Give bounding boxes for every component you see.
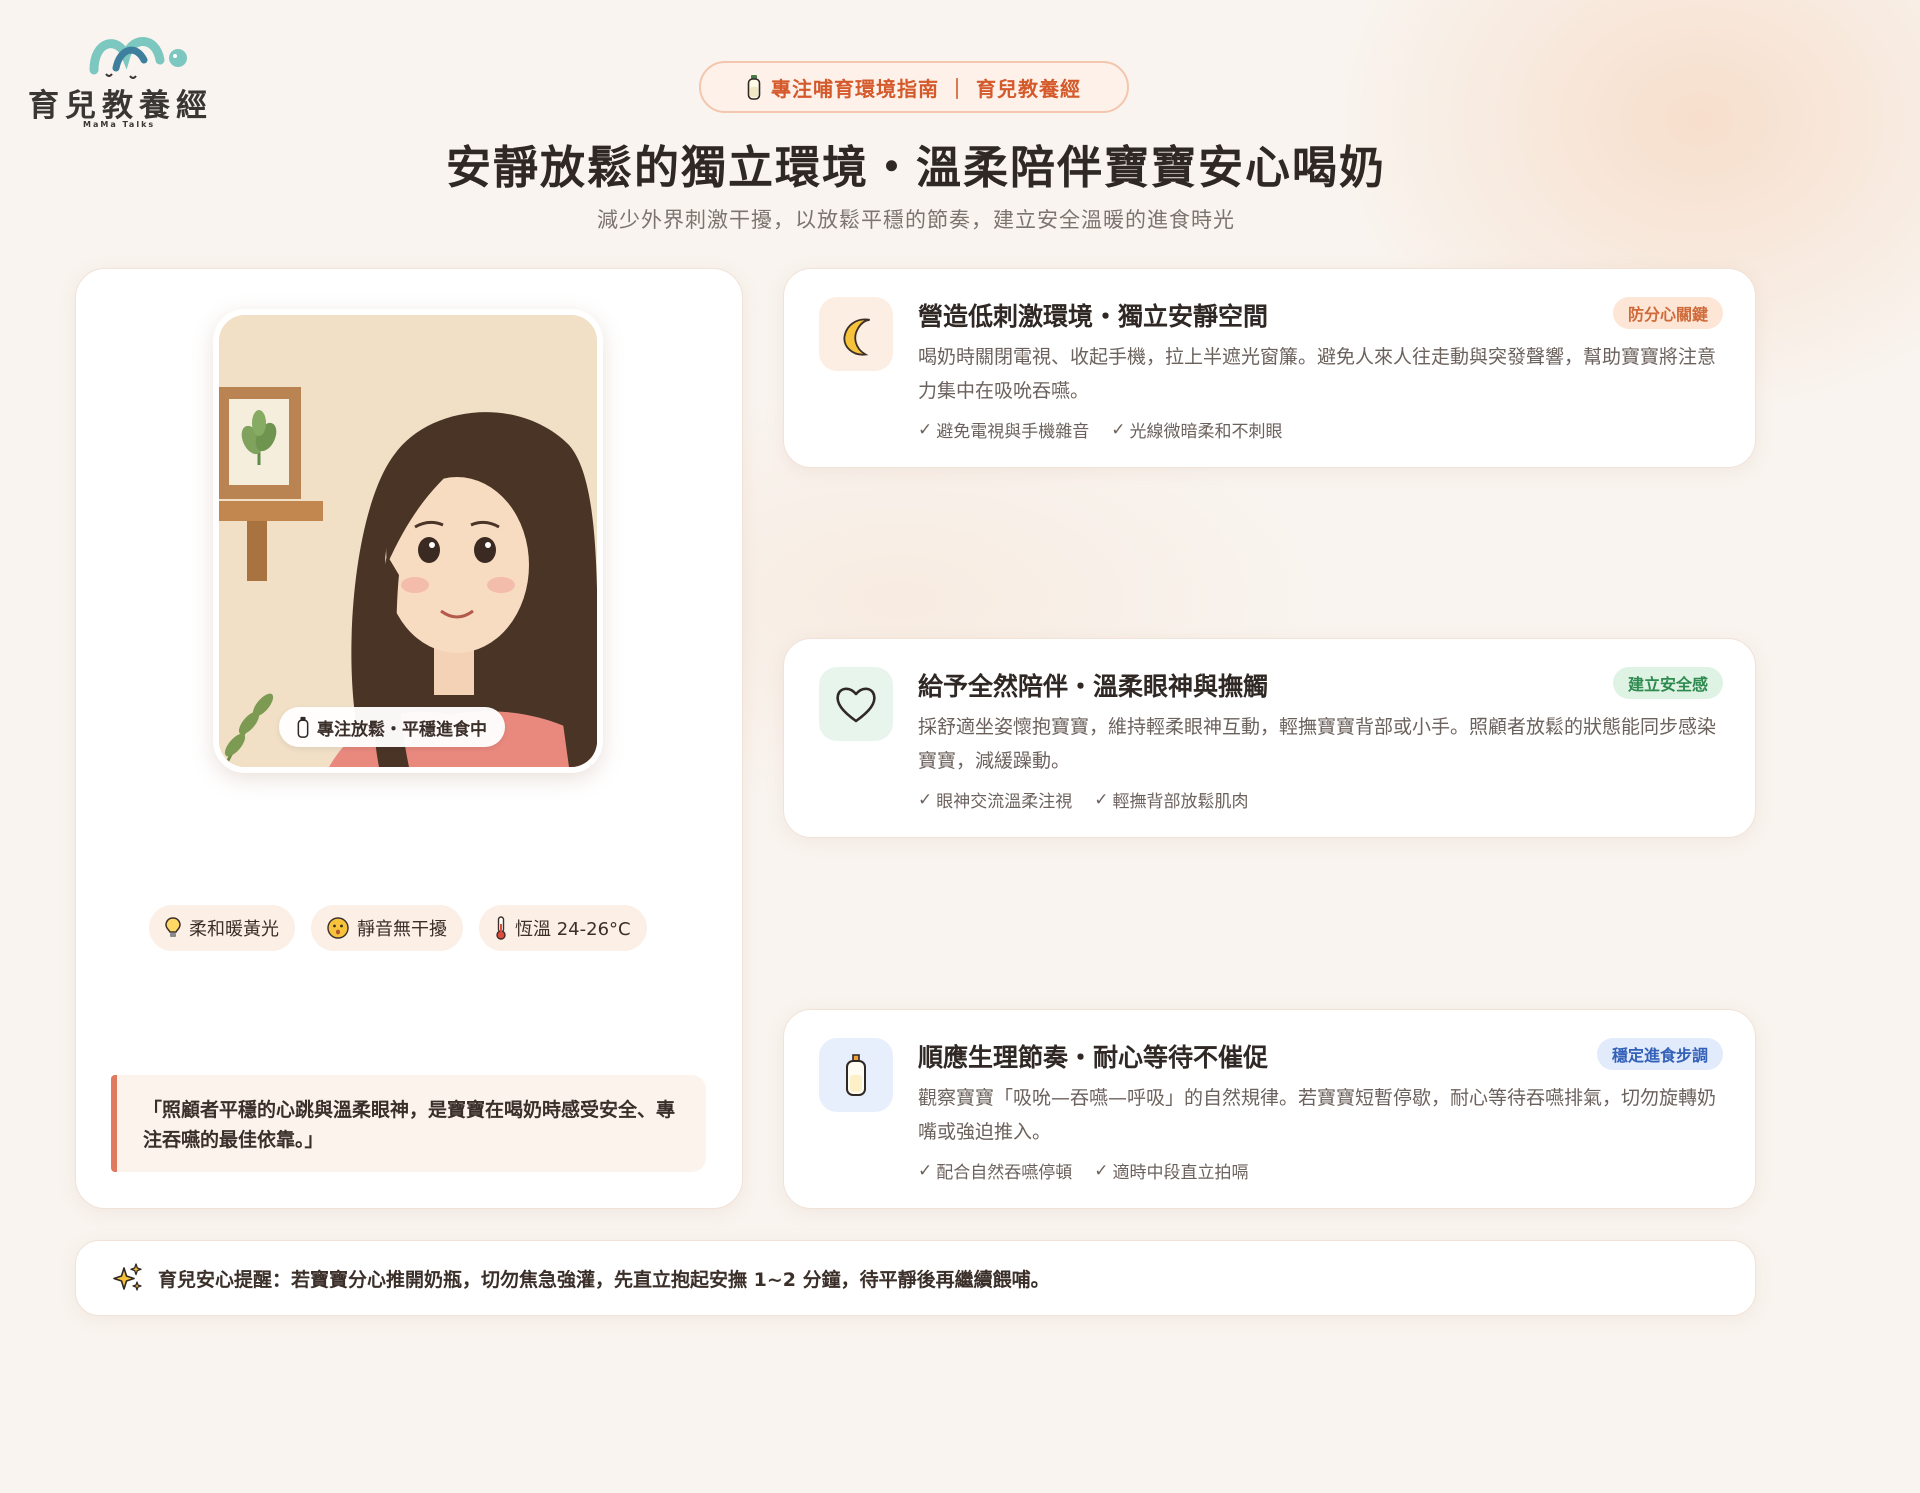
feature-card-rhythm: 順應生理節奏・耐心等待不催促 穩定進食步調 觀察寶寶「吸吮—吞嚥—呼吸」的自然規… [783, 1009, 1756, 1209]
moon-icon [843, 318, 870, 356]
bottle-icon [846, 1054, 866, 1096]
sparkles-icon [113, 1263, 142, 1291]
header-pill-text: 專注哺育環境指南 ｜ 育兒教養經 [771, 76, 1081, 101]
check-item: ✓ 適時中段直立拍嗝 [1094, 1160, 1249, 1184]
parenting-tip-banner: 育兒安心提醒：若寶寶分心推開奶瓶，切勿焦急強灌，先直立抱起安撫 1~2 分鐘，待… [75, 1240, 1756, 1316]
chip-light: 柔和暖黃光 [149, 905, 295, 951]
check-item: ✓ 光線微暗柔和不刺眼 [1111, 419, 1283, 443]
mother-portrait: 專注放鬆・平穩進食中 [213, 309, 603, 773]
check-item: ✓ 避免電視與手機雜音 [918, 419, 1090, 443]
bulb-icon [165, 917, 181, 937]
logo-mark-icon [89, 37, 187, 79]
check-item: ✓ 配合自然吞嚥停頓 [918, 1160, 1073, 1184]
page-subtitle: 減少外界刺激干擾，以放鬆平穩的節奏，建立安全溫暖的進食時光 [597, 208, 1235, 232]
bottle-icon [297, 716, 309, 738]
feature-description: 觀察寶寶「吸吮—吞嚥—呼吸」的自然規律。若寶寶短暫停歇，耐心等待吞嚥排氣，切勿旋… [918, 1087, 1717, 1143]
feature-title: 順應生理節奏・耐心等待不催促 [918, 1043, 1269, 1072]
chip-label: 靜音無干擾 [357, 919, 447, 940]
quiet-face-icon [327, 917, 349, 939]
check-item: ✓ 輕撫背部放鬆肌肉 [1094, 789, 1249, 813]
chip-label: 柔和暖黃光 [189, 919, 279, 940]
feature-checklist: ✓ 眼神交流溫柔注視 ✓ 輕撫背部放鬆肌肉 [918, 787, 1249, 813]
chip-temperature: 恆溫 24-26°C [479, 905, 647, 951]
portrait-badge-label: 專注放鬆・平穩進食中 [317, 719, 487, 740]
brand-logo: 育兒教養經 MaMa Talks [26, 30, 216, 140]
feature-icon-box [819, 297, 893, 371]
feature-icon-box [819, 667, 893, 741]
feature-description: 喝奶時關閉電視、收起手機，拉上半遮光窗簾。避免人來人往走動與突發聲響，幫助寶寶將… [918, 346, 1717, 402]
check-item: ✓ 眼神交流溫柔注視 [918, 789, 1073, 813]
chip-label: 恆溫 24-26°C [515, 919, 631, 940]
portrait-status-badge: 專注放鬆・平穩進食中 [279, 707, 505, 747]
feature-card-environment: 營造低刺激環境・獨立安靜空間 防分心關鍵 喝奶時關閉電視、收起手機，拉上半遮光窗… [783, 268, 1756, 468]
tip-text: 育兒安心提醒：若寶寶分心推開奶瓶，切勿焦急強灌，先直立抱起安撫 1~2 分鐘，待… [158, 1268, 1050, 1291]
bottle-icon [747, 75, 761, 100]
feature-icon-box [819, 1038, 893, 1112]
page-title: 安靜放鬆的獨立環境・溫柔陪伴寶寶安心喝奶 [445, 141, 1386, 194]
environment-chips: 柔和暖黃光 靜音無干擾 恆溫 24-26°C [149, 905, 647, 951]
heart-icon [836, 687, 876, 723]
check-icon: ✓ [1111, 419, 1126, 440]
mother-illustration [219, 315, 597, 767]
thermometer-icon [496, 916, 506, 940]
illustration-card: 專注放鬆・平穩進食中 柔和暖黃光 靜音無干擾 恆溫 24-26°C 「照顧者平穩… [75, 268, 743, 1209]
feature-description: 採舒適坐姿懷抱寶寶，維持輕柔眼神互動，輕撫寶寶背部或小手。照顧者放鬆的狀態能同步… [918, 716, 1717, 772]
caregiver-quote: 「照顧者平穩的心跳與溫柔眼神，是寶寶在喝奶時感受安全、專注吞嚥的最佳依靠。」 [111, 1075, 706, 1172]
feature-title: 給予全然陪伴・溫柔眼神與撫觸 [918, 672, 1269, 701]
feature-checklist: ✓ 避免電視與手機雜音 ✓ 光線微暗柔和不刺眼 [918, 417, 1283, 443]
check-icon: ✓ [1094, 789, 1109, 810]
feature-tag: 防分心關鍵 [1612, 297, 1723, 329]
check-icon: ✓ [1094, 1160, 1109, 1181]
feature-card-companionship: 給予全然陪伴・溫柔眼神與撫觸 建立安全感 採舒適坐姿懷抱寶寶，維持輕柔眼神互動，… [783, 638, 1756, 838]
check-icon: ✓ [918, 419, 933, 440]
feature-tag: 穩定進食步調 [1596, 1038, 1723, 1070]
chip-quiet: 靜音無干擾 [311, 905, 463, 951]
brand-subtitle: MaMa Talks [83, 120, 156, 129]
feature-checklist: ✓ 配合自然吞嚥停頓 ✓ 適時中段直立拍嗝 [918, 1158, 1249, 1184]
header-pill: 專注哺育環境指南 ｜ 育兒教養經 [699, 61, 1129, 113]
check-icon: ✓ [918, 1160, 933, 1181]
feature-tag: 建立安全感 [1612, 667, 1723, 699]
check-icon: ✓ [918, 789, 933, 810]
brand-name: 育兒教養經 [28, 88, 213, 124]
feature-title: 營造低刺激環境・獨立安靜空間 [918, 302, 1269, 331]
